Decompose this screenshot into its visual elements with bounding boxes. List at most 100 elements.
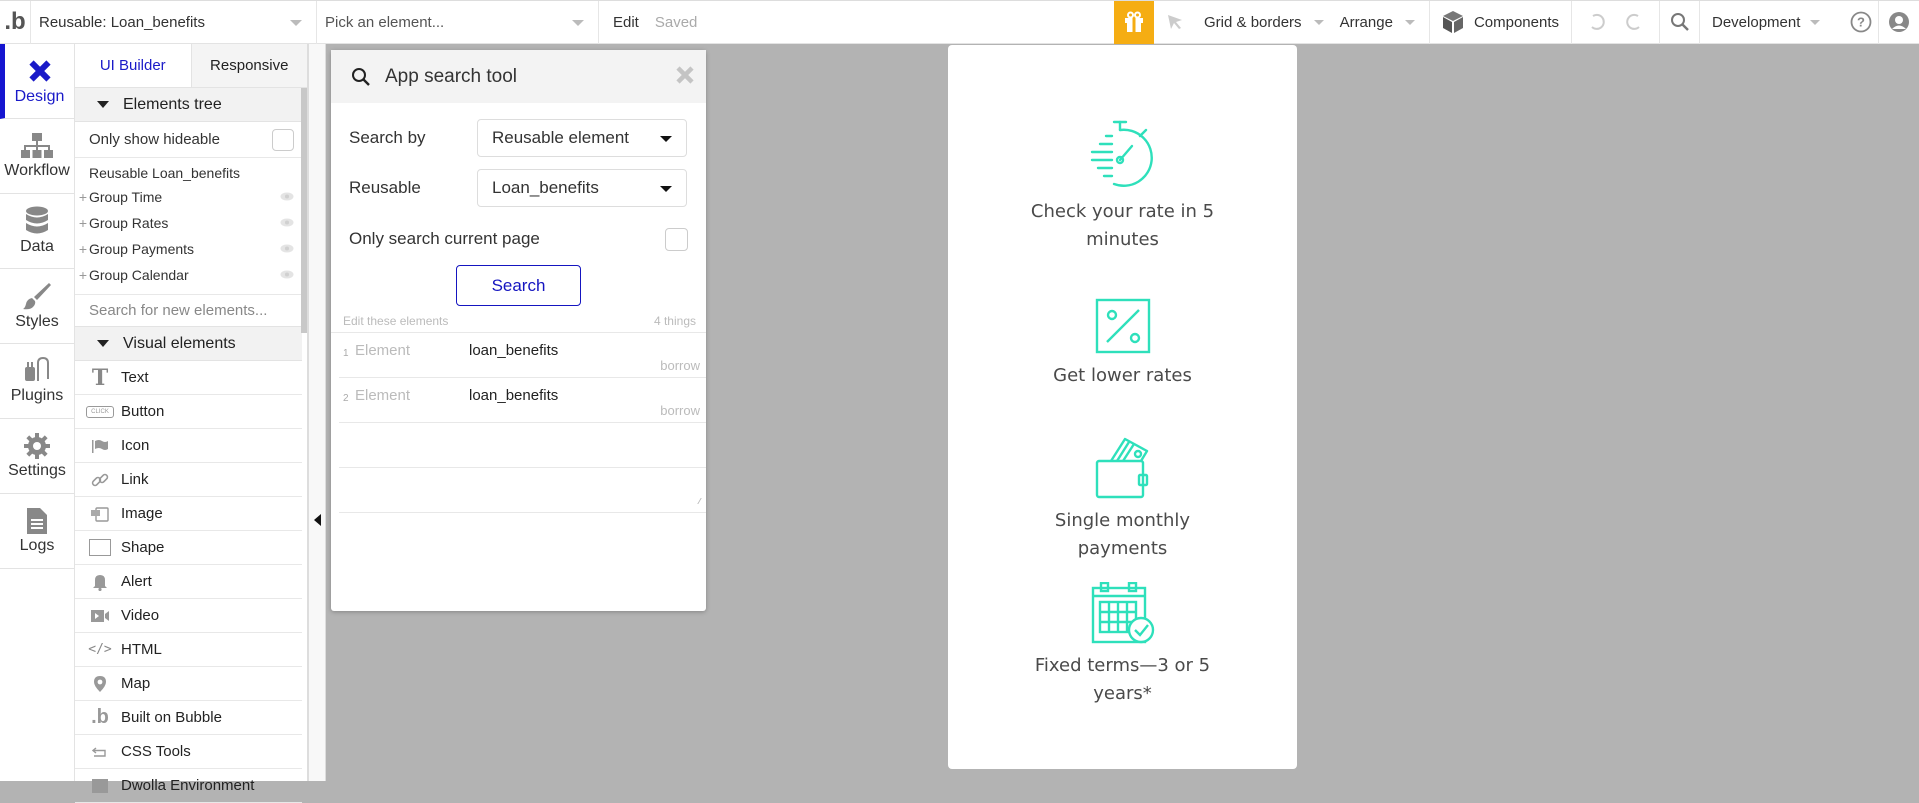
components-button[interactable]: Components [1428, 0, 1572, 44]
shape-icon [87, 539, 113, 556]
select-mode-button[interactable] [1154, 1, 1196, 44]
element-picker[interactable]: Pick an element... [317, 0, 599, 44]
nav-label: Logs [19, 537, 55, 554]
search-by-dropdown[interactable]: Reusable element [477, 119, 687, 157]
link-icon [87, 471, 113, 489]
tree-item[interactable]: + Group Time [75, 184, 302, 210]
reusable-row: Reusable Loan_benefits [331, 163, 706, 213]
result-row[interactable]: 2 Element loan_benefits borrow [339, 378, 706, 423]
benefit-item[interactable]: Fixed terms—3 or 5 years* [948, 582, 1297, 708]
undo-icon[interactable] [1587, 12, 1607, 32]
panel-collapse-strip[interactable] [308, 44, 326, 781]
edit-button[interactable]: Edit [613, 14, 639, 31]
arrange-menu[interactable]: Arrange [1332, 1, 1429, 44]
text-icon: T [91, 364, 109, 391]
tree-item[interactable]: + Group Rates [75, 210, 302, 236]
visual-elements-header[interactable]: Visual elements [75, 327, 302, 361]
visual-element-css-tools[interactable]: CSS Tools [75, 735, 302, 769]
tab-responsive[interactable]: Responsive [190, 44, 307, 87]
visual-element-alert[interactable]: Alert [75, 565, 302, 599]
visual-element-image[interactable]: Image [75, 497, 302, 531]
eye-icon[interactable] [280, 244, 294, 253]
result-page: borrow [660, 403, 700, 418]
benefit-item[interactable]: Single monthly payments [948, 437, 1297, 563]
tree-item[interactable]: + Group Payments [75, 236, 302, 262]
redo-icon[interactable] [1624, 12, 1644, 32]
caret-down-icon [97, 340, 109, 347]
search-tool-header[interactable]: App search tool [331, 50, 706, 103]
visual-element-html[interactable]: </> HTML [75, 633, 302, 667]
edit-these-elements-label: Edit these elements [343, 313, 449, 328]
page-selector[interactable]: Reusable: Loan_benefits [31, 0, 317, 44]
section-title: Visual elements [123, 334, 236, 352]
only-show-hideable-checkbox[interactable] [272, 128, 294, 151]
expand-plus-icon[interactable]: + [77, 215, 89, 231]
help-button[interactable]: ? [1843, 0, 1879, 44]
visual-element-button[interactable]: CLICK Button [75, 395, 302, 429]
environment-selector[interactable]: Development [1700, 1, 1843, 44]
search-icon [352, 67, 370, 86]
expand-plus-icon[interactable]: + [77, 241, 89, 257]
nav-label: Styles [15, 313, 59, 330]
collapse-arrow-icon[interactable] [314, 514, 321, 526]
help-icon: ? [1850, 11, 1871, 33]
visual-element-icon[interactable]: Icon [75, 429, 302, 463]
result-row[interactable]: 1 Element loan_benefits borrow [339, 333, 706, 378]
visual-element-label: Dwolla Environment [121, 777, 255, 794]
tree-root[interactable]: Reusable Loan_benefits [75, 162, 302, 184]
image-icon [87, 505, 113, 523]
chevron-down-icon [572, 19, 584, 26]
grid-borders-menu[interactable]: Grid & borders [1196, 1, 1332, 44]
visual-element-link[interactable]: Link [75, 463, 302, 497]
only-current-page-checkbox[interactable] [665, 227, 688, 251]
bell-icon [87, 573, 113, 591]
tree-item[interactable]: + Group Calendar [75, 262, 302, 288]
nav-label: Plugins [10, 387, 64, 404]
nav-design[interactable]: Design [0, 44, 74, 119]
eye-icon[interactable] [280, 270, 294, 279]
chevron-down-icon [660, 186, 672, 192]
visual-element-map[interactable]: Map [75, 667, 302, 701]
nav-plugins[interactable]: Plugins [0, 344, 74, 419]
visual-element-shape[interactable]: Shape [75, 531, 302, 565]
benefit-label: Fixed terms—3 or 5 years* [1034, 655, 1211, 704]
search-button[interactable]: Search [456, 265, 581, 306]
close-icon[interactable] [676, 66, 694, 84]
nav-label: Design [14, 88, 65, 105]
eye-icon[interactable] [280, 192, 294, 201]
search-button-wrap: Search [331, 265, 706, 309]
svg-text:?: ? [1857, 15, 1865, 30]
benefit-item[interactable]: Check your rate in 5 minutes [948, 118, 1297, 254]
visual-element-dwolla[interactable]: Dwolla Environment [75, 769, 302, 803]
account-button[interactable] [1879, 1, 1919, 44]
eye-icon[interactable] [280, 218, 294, 227]
expand-plus-icon[interactable]: + [77, 267, 89, 283]
nav-workflow[interactable]: Workflow [0, 119, 74, 194]
loan-benefits-reusable-card[interactable]: Check your rate in 5 minutes Get lower r… [948, 45, 1297, 769]
bubble-logo[interactable]: .b [0, 0, 31, 44]
elements-panel: UI Builder Responsive Elements tree Only… [75, 44, 308, 803]
search-button[interactable] [1660, 0, 1700, 44]
nav-logs[interactable]: Logs [0, 494, 74, 569]
search-elements-input[interactable]: Search for new elements... [75, 295, 302, 327]
nav-data[interactable]: Data [0, 194, 74, 269]
tab-ui-builder[interactable]: UI Builder [75, 44, 191, 87]
visual-element-built-on-bubble[interactable]: .b Built on Bubble [75, 701, 302, 735]
visual-element-video[interactable]: Video [75, 599, 302, 633]
elements-tree-header[interactable]: Elements tree [75, 88, 302, 122]
visual-element-label: Text [121, 369, 149, 386]
result-number: 2 [343, 393, 349, 404]
video-icon [87, 609, 113, 623]
reusable-dropdown[interactable]: Loan_benefits [477, 169, 687, 207]
expand-plus-icon[interactable]: + [77, 189, 89, 205]
results-meta: Edit these elements 4 things [331, 309, 706, 333]
nav-styles[interactable]: Styles [0, 269, 74, 344]
css-tools-icon [87, 746, 113, 758]
nav-label: Data [20, 238, 54, 255]
benefit-item[interactable]: Get lower rates [948, 298, 1297, 390]
visual-element-text[interactable]: T Text [75, 361, 302, 395]
nav-settings[interactable]: Settings [0, 419, 74, 494]
resize-handle-icon[interactable] [692, 498, 702, 504]
caret-down-icon [97, 101, 109, 108]
gift-button[interactable] [1114, 0, 1155, 44]
